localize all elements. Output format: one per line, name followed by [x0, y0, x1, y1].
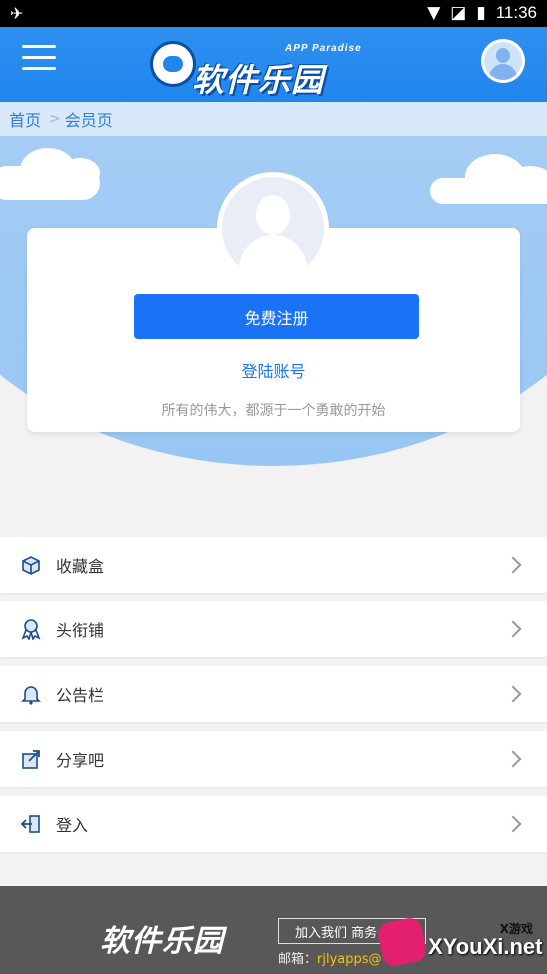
- user-avatar-button[interactable]: [481, 39, 525, 83]
- logo-subtitle: APP Paradise: [285, 43, 362, 54]
- login-link[interactable]: 登陆账号: [0, 358, 547, 382]
- watermark: X游戏 XYouXi.net: [375, 915, 547, 974]
- logo-mascot-icon: [150, 41, 196, 87]
- watermark-text: XYouXi.net: [428, 934, 543, 959]
- chevron-right-icon: [504, 685, 522, 703]
- no-sim-icon: ◪: [450, 3, 467, 23]
- email-address[interactable]: rjlyapps@: [317, 952, 382, 967]
- profile-avatar: [217, 172, 329, 284]
- bell-icon: [20, 683, 42, 705]
- menu-item-login[interactable]: 登入: [0, 796, 547, 852]
- breadcrumb-home[interactable]: 首页: [9, 107, 41, 131]
- notification-icon: ✈: [10, 4, 24, 23]
- battery-icon: ▮: [476, 3, 486, 23]
- ribbon-icon: [20, 618, 42, 640]
- menu-button[interactable]: [22, 45, 56, 71]
- footer-email: 邮箱：rjlyapps@: [278, 952, 382, 967]
- register-button[interactable]: 免费注册: [134, 294, 419, 339]
- breadcrumb-current: 会员页: [64, 111, 113, 130]
- user-icon: [484, 42, 522, 80]
- chevron-right-icon: [504, 556, 522, 574]
- menu-item-label: 收藏盒: [56, 557, 105, 576]
- chevron-right-icon: [504, 815, 522, 833]
- slogan-text: 所有的伟大，都源于一个勇敢的开始: [161, 403, 386, 419]
- status-bar: ✈ ▼ ◪ ▮ 11:36: [0, 0, 547, 27]
- wifi-icon: ▼: [427, 3, 441, 23]
- chevron-right-icon: [504, 620, 522, 638]
- menu-item-label: 分享吧: [56, 751, 105, 770]
- status-time: 11:36: [495, 3, 537, 22]
- menu-item-favorites[interactable]: 收藏盒: [0, 537, 547, 593]
- menu-item-label: 头衔铺: [56, 621, 105, 640]
- breadcrumb: 首页 > 会员页: [0, 102, 547, 136]
- hamburger-icon: [22, 45, 56, 48]
- menu-item-label: 公告栏: [56, 686, 105, 705]
- menu-item-announcements[interactable]: 公告栏: [0, 666, 547, 722]
- chevron-right-icon: >: [49, 111, 61, 127]
- gamepad-icon: [375, 915, 429, 969]
- box-icon: [20, 554, 42, 576]
- footer-logo: 软件乐园: [100, 924, 224, 959]
- app-bar: APP Paradise 软件乐园: [0, 27, 547, 102]
- logo-title: 软件乐园: [192, 61, 325, 99]
- app-logo[interactable]: APP Paradise 软件乐园: [148, 33, 378, 99]
- default-user-icon: [222, 177, 324, 279]
- chevron-right-icon: [504, 750, 522, 768]
- menu-item-share[interactable]: 分享吧: [0, 731, 547, 787]
- menu-item-label: 登入: [56, 816, 89, 835]
- login-icon: [20, 813, 42, 835]
- menu-item-titles[interactable]: 头衔铺: [0, 601, 547, 657]
- share-icon: [20, 748, 42, 770]
